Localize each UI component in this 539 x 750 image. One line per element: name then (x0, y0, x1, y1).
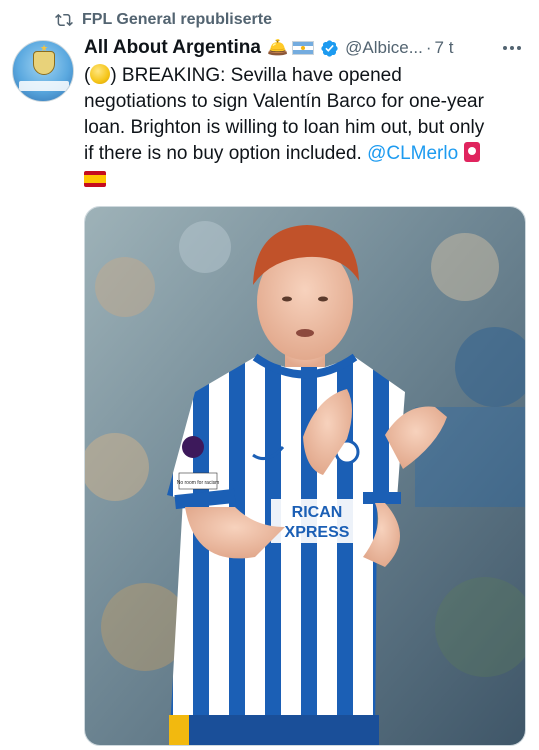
repost-label: FPL General republiserte (82, 11, 272, 28)
crest-icon (33, 51, 55, 75)
repost-indicator[interactable]: FPL General republiserte (54, 9, 272, 31)
tweet-text: () BREAKING: Sevilla have opened negotia… (84, 63, 524, 193)
yellow-circle-icon (90, 64, 111, 84)
argentina-flag-icon (292, 41, 315, 55)
avatar[interactable]: ★ (12, 40, 74, 102)
tweet-line-5 (84, 167, 524, 193)
tweet-line-4: if there is no buy option included. @CLM… (84, 141, 524, 167)
spain-flag-icon (84, 171, 106, 187)
red-card-icon (464, 142, 481, 162)
timestamp[interactable]: 7 t (435, 38, 454, 58)
premier-league-icon (182, 436, 204, 458)
sponsor-text-1: RICAN (292, 504, 343, 521)
separator: · (425, 38, 432, 57)
tweet-line-1: () BREAKING: Sevilla have opened (84, 64, 402, 86)
tweet-media-image[interactable]: RICAN XPRESS No room for racism (84, 206, 526, 746)
author-handle[interactable]: @Albice... (345, 38, 423, 58)
bell-icon: 🛎️ (266, 38, 289, 57)
more-icon (503, 46, 521, 50)
author-name[interactable]: All About Argentina (84, 37, 261, 59)
sponsor-text-2: XPRESS (285, 524, 350, 541)
more-options-button[interactable] (500, 38, 524, 58)
player-photo: RICAN XPRESS No room for racism (85, 207, 525, 745)
mention-link[interactable]: @CLMerlo (367, 143, 458, 164)
tweet-line-2: negotiations to sign Valentín Barco for … (84, 91, 484, 112)
avatar-banner (19, 81, 69, 91)
verified-badge-icon (321, 39, 338, 57)
tweet-line-3: loan. Brighton is willing to loan him ou… (84, 117, 485, 138)
repost-icon (55, 13, 73, 27)
tweet-header: All About Argentina 🛎️ @Albice... · 7 t (84, 35, 453, 61)
sleeve-patch-text: No room for racism (177, 480, 220, 486)
